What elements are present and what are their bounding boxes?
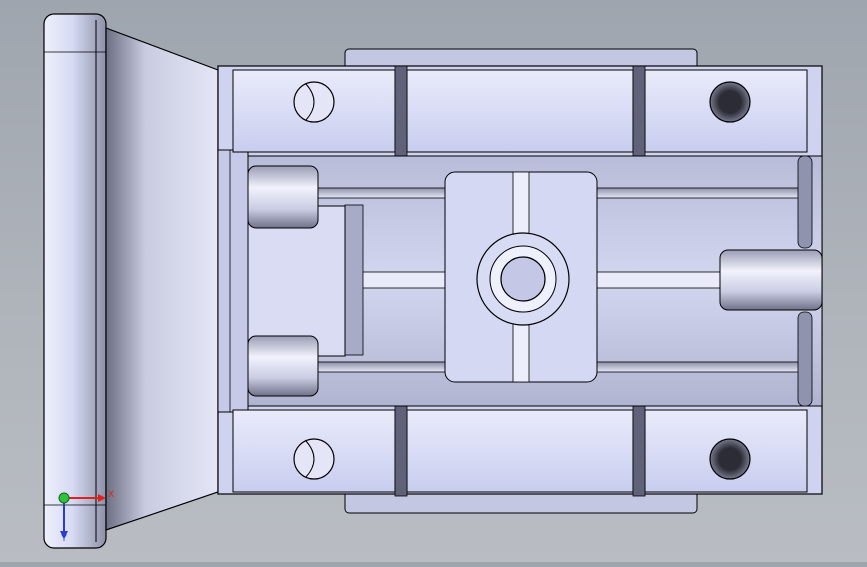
y-axis-label: Y — [61, 533, 68, 543]
center-hub — [444, 171, 598, 383]
right-slot-top — [797, 155, 813, 249]
cone-adapter — [105, 27, 219, 531]
coordinate-triad: X Y — [52, 485, 122, 545]
right-slot-bottom — [797, 311, 813, 407]
motor-flange — [43, 13, 107, 549]
3d-model-viewport[interactable] — [0, 0, 867, 562]
x-axis-label: X — [108, 489, 115, 499]
